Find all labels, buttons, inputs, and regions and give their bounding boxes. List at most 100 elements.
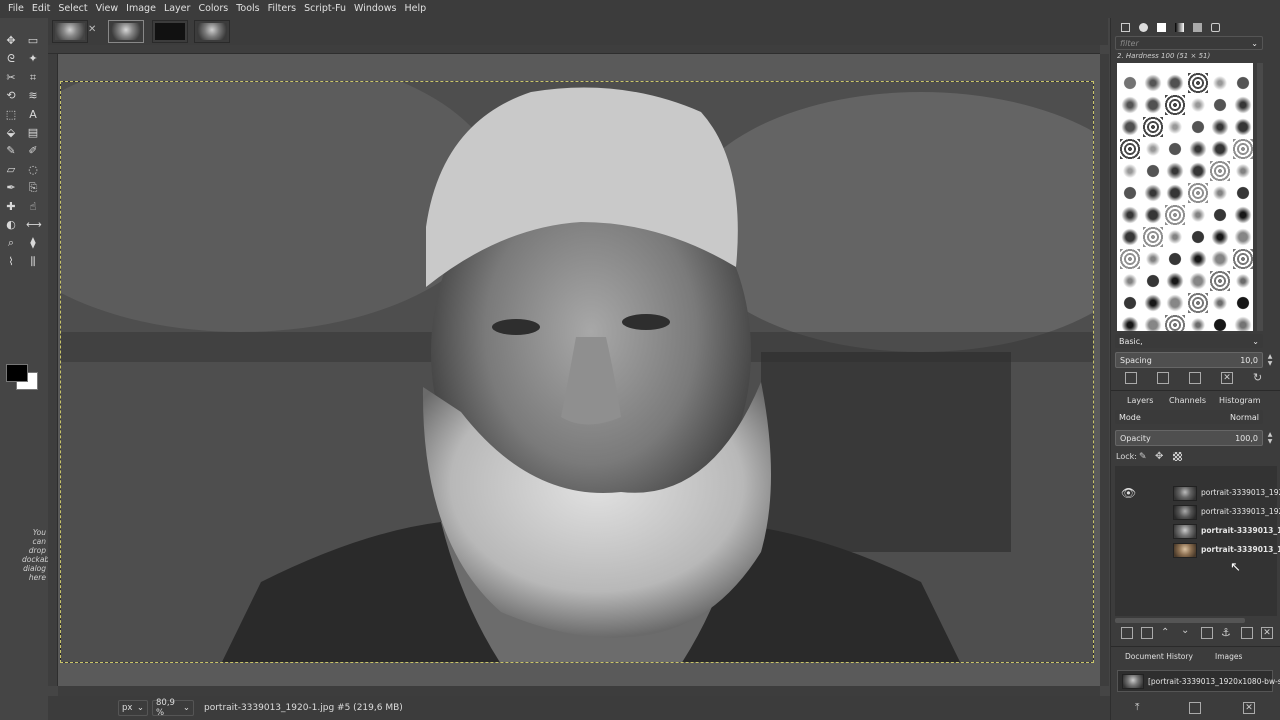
brush-tag-select[interactable]: Basic, ⌄ [1115, 334, 1263, 348]
heal-tool-icon[interactable]: ✚ [4, 200, 18, 214]
brush-swatch[interactable] [1187, 139, 1208, 159]
zoom-select[interactable]: 80,9 % ⌄ [152, 698, 194, 718]
clone-tool-icon[interactable]: ⎘ [26, 181, 40, 195]
new-view-icon[interactable] [1189, 702, 1201, 714]
image-tab-4[interactable] [194, 20, 230, 43]
brush-swatch[interactable] [1142, 117, 1163, 137]
fonts-icon[interactable] [1193, 22, 1202, 32]
eye-icon[interactable]: 👁 [1121, 486, 1136, 500]
brush-filter-input[interactable]: filter ⌄ [1115, 36, 1263, 50]
brush-swatch[interactable] [1142, 95, 1163, 115]
mode-row[interactable]: Mode Normal [1115, 410, 1263, 424]
layer-row[interactable]: portrait-3339013_1920 [1115, 522, 1280, 541]
brush-swatch[interactable] [1187, 227, 1208, 247]
tab-histogram[interactable]: Histogram [1219, 396, 1261, 405]
lower-layer-icon[interactable]: ⌄ [1181, 626, 1193, 639]
airbrush-tool-icon[interactable]: ◌ [26, 163, 40, 177]
brush-swatch[interactable] [1142, 183, 1163, 203]
horizontal-scrollbar[interactable] [58, 686, 1100, 696]
tab-layers[interactable]: Layers [1127, 396, 1153, 405]
brush-swatch[interactable] [1232, 117, 1253, 137]
duplicate-brush-icon[interactable] [1189, 372, 1201, 384]
layer-list[interactable]: 👁 portrait-3339013_1920 portrait-3339013_1… [1115, 466, 1280, 616]
brush-swatch[interactable] [1232, 315, 1253, 331]
vertical-scrollbar[interactable] [1100, 54, 1109, 686]
brush-swatch[interactable] [1142, 249, 1163, 269]
anchor-icon[interactable]: ⚓ [1221, 627, 1233, 639]
brush-swatch[interactable] [1232, 227, 1253, 247]
brush-swatch[interactable] [1142, 315, 1163, 331]
lasso-tool-icon[interactable]: ᘓ [4, 52, 18, 66]
brush-swatch[interactable] [1165, 315, 1185, 331]
refresh-icon[interactable]: ↻ [1253, 372, 1265, 384]
duplicate-layer-icon[interactable] [1201, 627, 1213, 639]
rect-select-tool-icon[interactable]: ▭ [26, 34, 40, 48]
unified-transform-tool-icon[interactable]: ⟲ [4, 89, 18, 103]
brush-swatch[interactable] [1120, 249, 1140, 269]
foreground-color-swatch[interactable] [6, 364, 28, 382]
move-tool-icon[interactable]: ✥ [4, 34, 18, 48]
menu-windows[interactable]: Windows [350, 0, 400, 18]
brush-swatch[interactable] [1120, 183, 1140, 203]
brush-swatch[interactable] [1120, 315, 1140, 331]
delete-image-icon[interactable]: ✕ [1243, 702, 1255, 714]
measure-tool-icon[interactable]: ⟷ [26, 218, 42, 232]
patterns-icon[interactable] [1157, 22, 1166, 32]
horizontal-ruler[interactable] [48, 45, 1100, 54]
tab-document-history[interactable]: Document History [1125, 652, 1193, 661]
brush-swatch[interactable] [1120, 227, 1140, 247]
brush-swatch[interactable] [1232, 271, 1253, 291]
image-tab-2[interactable] [108, 20, 144, 43]
brush-swatch[interactable] [1187, 293, 1208, 313]
brush-swatch[interactable] [1187, 271, 1208, 291]
brush-swatch[interactable] [1165, 249, 1185, 269]
brush-swatch[interactable] [1120, 293, 1140, 313]
brush-swatch[interactable] [1232, 183, 1253, 203]
brush-swatch[interactable] [1120, 139, 1140, 159]
image-entry[interactable]: [portrait-3339013_1920x1080-bw-s [1148, 677, 1280, 686]
brush-swatch[interactable] [1142, 293, 1163, 313]
brush-swatch[interactable] [1165, 139, 1185, 159]
close-tab-icon[interactable]: ✕ [88, 25, 98, 35]
scissors-tool-icon[interactable]: ✂ [4, 71, 18, 85]
dodge-tool-icon[interactable]: ◐ [4, 218, 18, 232]
brush-swatch[interactable] [1210, 249, 1230, 269]
menu-edit[interactable]: Edit [28, 0, 54, 18]
paintbrush-tool-icon[interactable]: ✐ [26, 144, 40, 158]
brush-swatch[interactable] [1165, 183, 1185, 203]
brush-scrollbar[interactable] [1257, 63, 1263, 331]
brush-swatch[interactable] [1210, 95, 1230, 115]
menu-file[interactable]: File [4, 0, 28, 18]
brush-swatch[interactable] [1187, 205, 1208, 225]
spacing-spinner[interactable]: ▲ ▼ [1265, 352, 1275, 368]
brush-swatch[interactable] [1210, 271, 1230, 291]
ink-tool-icon[interactable]: ✒ [4, 181, 18, 195]
brush-swatch[interactable] [1210, 183, 1230, 203]
brush-swatch[interactable] [1165, 293, 1185, 313]
new-layer-icon[interactable] [1121, 627, 1133, 639]
brush-swatch[interactable] [1165, 161, 1185, 181]
brush-swatch[interactable] [1210, 205, 1230, 225]
brush-swatch[interactable] [1120, 73, 1140, 93]
image-tab-3[interactable] [152, 20, 188, 43]
brush-swatch[interactable] [1210, 227, 1230, 247]
brush-swatch[interactable] [1120, 95, 1140, 115]
layer-row[interactable]: portrait-3339013_1920 [1115, 503, 1280, 522]
brush-swatch[interactable] [1187, 161, 1208, 181]
brush-swatch[interactable] [1142, 227, 1163, 247]
brush-swatch[interactable] [1187, 315, 1208, 331]
brush-swatch[interactable] [1187, 183, 1208, 203]
menu-select[interactable]: Select [54, 0, 91, 18]
pencil-tool-icon[interactable]: ✎ [4, 144, 18, 158]
new-brush-icon[interactable] [1157, 372, 1169, 384]
crop-tool-icon[interactable]: ⌗ [26, 71, 40, 85]
delete-layer-icon[interactable]: ✕ [1261, 627, 1273, 639]
brush-swatch[interactable] [1120, 205, 1140, 225]
tab-channels[interactable]: Channels [1169, 396, 1206, 405]
canvas-area[interactable] [58, 54, 1100, 686]
blend-tool-icon[interactable]: ▤ [26, 126, 40, 140]
brush-swatch[interactable] [1165, 271, 1185, 291]
brush-swatch[interactable] [1165, 117, 1185, 137]
unit-select[interactable]: px ⌄ [118, 700, 148, 716]
layer-list-scrollbar[interactable] [1115, 618, 1245, 623]
